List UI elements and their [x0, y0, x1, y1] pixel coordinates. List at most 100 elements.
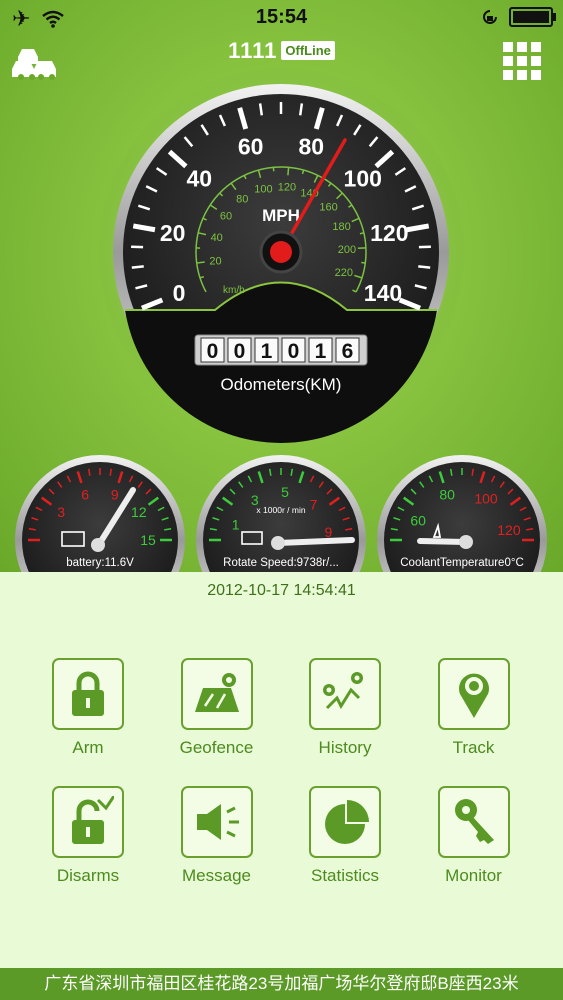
odometer-label: Odometers(KM) — [221, 375, 342, 394]
gauge-label: 1 — [232, 516, 240, 532]
coolant-needle-hub — [459, 535, 473, 549]
odometer-digit: 1 — [315, 340, 327, 363]
speedo-tick — [258, 103, 264, 116]
speedo-tick — [298, 103, 304, 116]
datetime: 2012-10-17 14:54:41 — [207, 582, 356, 599]
speedo-mph-label: 60 — [238, 133, 264, 159]
apps-grid-icon[interactable] — [503, 42, 541, 80]
menu-label: Disarms — [56, 866, 120, 885]
speedo-unit-label: MPH — [262, 206, 300, 225]
speedo-mph-label: 40 — [186, 165, 212, 191]
menu-item-arm[interactable]: Arm — [33, 658, 143, 778]
menu-item-track[interactable]: Track — [419, 658, 529, 778]
menu-tile[interactable] — [52, 658, 124, 730]
menu-tile[interactable] — [180, 658, 253, 730]
status-time: 15:54 — [255, 6, 308, 28]
speedo-mph-label: 120 — [370, 220, 408, 246]
menu-label: Monitor — [445, 866, 502, 885]
dashboard-panel: 0 20 40 60 80 100 120 140 20 40 60 80 100 120 140 160 1… — [0, 0, 563, 572]
menu-tile[interactable] — [437, 658, 510, 730]
speedo-kmh-label: 40 — [211, 232, 223, 244]
speaker-icon — [196, 804, 239, 840]
kmh-tick — [196, 261, 205, 264]
track-pin-icon — [458, 673, 489, 718]
menu-label: Geofence — [179, 738, 254, 757]
gauges-layer: 0204060 80100120140 20406080100 1201401601… — [15, 67, 547, 572]
address-bar: 广东省深圳市福田区桂花路23号加福广场华尔登府邸B座西23米 — [0, 968, 563, 1000]
battery-label: battery:11.6V — [66, 557, 134, 569]
speedo-kmh-label: 160 — [319, 201, 337, 213]
menu-item-statistics[interactable]: Statistics — [290, 786, 400, 906]
unlock-icon — [72, 796, 114, 844]
battery-status-icon — [509, 7, 556, 27]
speedo-kmh-label: 220 — [335, 267, 353, 279]
history-route-icon — [323, 672, 363, 710]
speedo-mph-label: 0 — [173, 280, 186, 306]
menu-tile[interactable] — [309, 786, 381, 858]
speedo-mph-label: 20 — [160, 220, 186, 246]
coolant-label: CoolantTemperature0°C — [400, 557, 524, 569]
device-id: 1111 — [228, 38, 278, 63]
battery-needle-hub — [91, 538, 105, 552]
gauge-label: 12 — [131, 504, 147, 520]
gauge-label: 5 — [281, 484, 289, 500]
gauge-label: 6 — [81, 486, 89, 502]
geofence-map-icon — [194, 673, 239, 712]
status-badge: OffLine — [281, 41, 335, 60]
odometer-digit: 0 — [207, 340, 219, 363]
menu-item-monitor[interactable]: Monitor — [419, 786, 529, 906]
speedo-kmh-label: 80 — [236, 194, 248, 206]
rpm-unit: x 1000r / min — [256, 505, 305, 515]
rpm-label: Rotate Speed:9738r/... — [223, 557, 339, 569]
menu-item-disarms[interactable]: Disarms — [33, 786, 143, 906]
speedo-kmh-label: 120 — [278, 181, 296, 193]
menu-label: Arm — [72, 738, 104, 757]
speedo-mph-label: 140 — [364, 280, 402, 306]
odometer-digit: 0 — [234, 340, 246, 363]
rpm-needle — [275, 537, 355, 546]
vehicle-list-icon[interactable] — [12, 46, 60, 82]
status-bar: ✈ 15:54 — [0, 0, 563, 36]
gauge-label: 7 — [310, 497, 318, 513]
menu-item-history[interactable]: History — [290, 658, 400, 778]
gauge-label: 80 — [439, 486, 455, 502]
speedo-kmh-label: 100 — [254, 183, 272, 195]
gauge-label: 15 — [140, 532, 156, 548]
menu-tile[interactable] — [52, 786, 124, 858]
speedo-mph-label: 80 — [299, 133, 325, 159]
odometer-digit: 0 — [288, 340, 300, 363]
menu-item-geofence[interactable]: Geofence — [162, 658, 272, 778]
menu-tile[interactable] — [437, 786, 510, 858]
rotation-lock-icon — [483, 10, 497, 24]
speedo-tick — [418, 265, 431, 269]
rpm-needle-hub — [271, 536, 285, 550]
odometer-digit: 1 — [261, 340, 273, 363]
speedo-hub-center — [270, 241, 292, 263]
menu-label: Message — [182, 866, 251, 885]
key-icon — [454, 799, 494, 844]
gauge-label: 9 — [324, 524, 332, 540]
pie-chart-icon — [325, 800, 369, 844]
menu-tile[interactable] — [180, 786, 253, 858]
menu-label: History — [318, 738, 372, 757]
kmh-tick — [287, 167, 290, 176]
odometer-digit: 6 — [342, 340, 354, 363]
gauge-label: 60 — [410, 512, 426, 528]
header: 1111 OffLine — [0, 38, 563, 68]
lock-icon — [72, 671, 104, 716]
menu-item-message[interactable]: Message — [162, 786, 272, 906]
status-right — [481, 7, 556, 27]
gauge-label: 9 — [111, 486, 119, 502]
kmh-tick — [361, 261, 366, 264]
speedo-kmh-label: 180 — [332, 221, 350, 233]
kmh-tick — [359, 232, 364, 235]
gauge-label: 3 — [57, 504, 65, 520]
menu-tile[interactable] — [309, 658, 381, 730]
gauge-label: 120 — [497, 522, 521, 538]
menu-label: Track — [452, 738, 495, 757]
speedo-kmh-unit: km/h — [223, 285, 245, 296]
speedo-kmh-label: 200 — [338, 244, 356, 256]
gauge-label: 100 — [474, 490, 498, 506]
menu-label: Statistics — [310, 866, 380, 885]
speedo-kmh-label: 60 — [220, 211, 232, 223]
